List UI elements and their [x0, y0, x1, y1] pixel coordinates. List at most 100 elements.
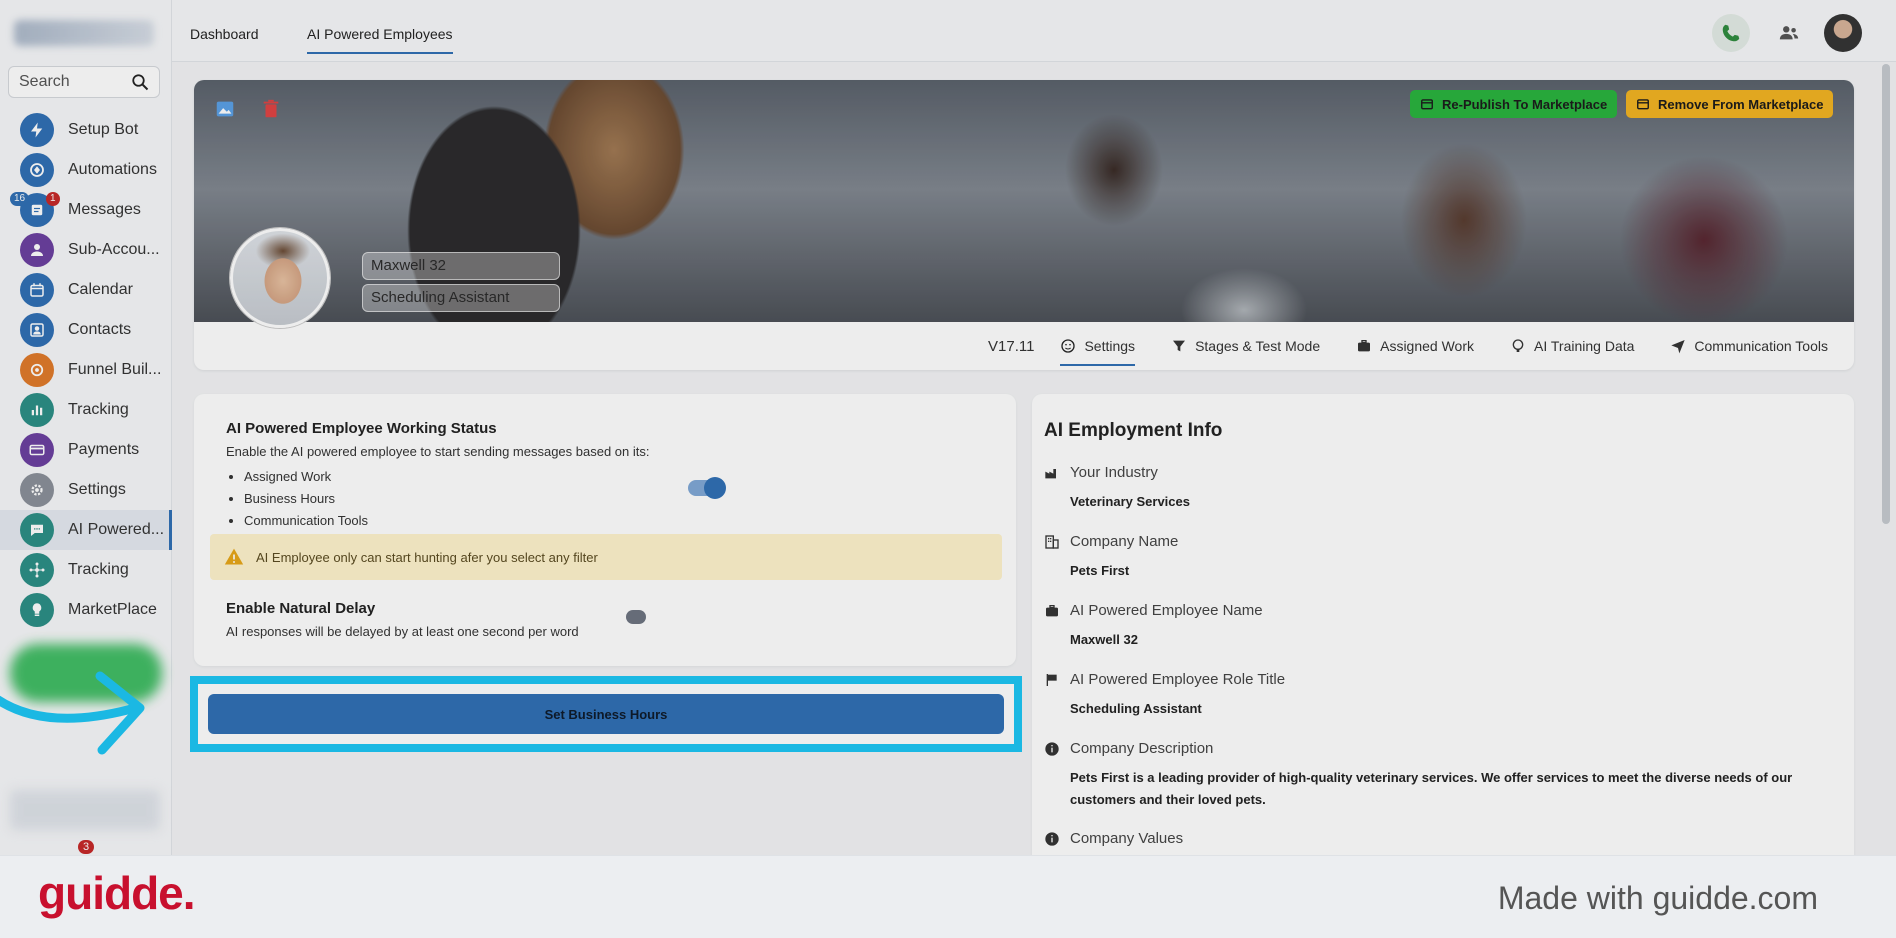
brain-icon	[1512, 339, 1524, 352]
automation-icon	[20, 153, 54, 187]
notification-badge: 3	[78, 840, 95, 854]
sidebar-item-tracking[interactable]: Tracking	[0, 390, 172, 430]
employee-role-field[interactable]: Scheduling Assistant	[362, 284, 560, 312]
sidebar-item-label: Funnel Buil...	[68, 361, 162, 378]
natural-delay-toggle[interactable]	[626, 610, 646, 624]
employee-banner: Re-Publish To Marketplace Remove From Ma…	[194, 80, 1854, 370]
search-icon	[132, 74, 149, 91]
warning-icon	[224, 548, 244, 565]
card-icon	[20, 433, 54, 467]
phone-icon[interactable]	[1712, 14, 1750, 52]
sidebar-item-label: Setup Bot	[68, 121, 139, 138]
sidebar-item-calendar[interactable]: Calendar	[0, 270, 172, 310]
tab-communication-tools[interactable]: Communication Tools	[1670, 322, 1828, 370]
calendar-icon	[20, 273, 54, 307]
info-value: Maxwell 32	[1070, 632, 1138, 647]
working-status-toggle[interactable]	[688, 477, 726, 499]
tab-dashboard[interactable]: Dashboard	[190, 26, 259, 42]
working-status-card: AI Powered Employee Working Status Enabl…	[194, 394, 1016, 666]
info-label: AI Powered Employee Name	[1044, 602, 1830, 619]
info-label: Company Description	[1044, 740, 1830, 757]
sidebar-item-marketplace[interactable]: MarketPlace	[0, 590, 172, 630]
list-item: Business Hours	[244, 488, 368, 510]
employee-name-field[interactable]: Maxwell 32	[362, 252, 560, 280]
info-label-text: Your Industry	[1070, 464, 1158, 481]
search-placeholder: Search	[19, 73, 70, 90]
employee-tabs: V17.11 Settings Stages & Test Mode Assig…	[194, 322, 1854, 370]
republish-marketplace-button[interactable]: Re-Publish To Marketplace	[1410, 90, 1618, 118]
list-item: Communication Tools	[244, 510, 368, 532]
list-item: Assigned Work	[244, 466, 368, 488]
sidebar-item-label: Contacts	[68, 321, 132, 338]
store-icon	[1421, 99, 1433, 110]
guidde-logo: guidde.	[38, 867, 196, 919]
remove-label: Remove From Marketplace	[1658, 96, 1824, 112]
info-label: Your Industry	[1044, 464, 1830, 481]
status-title: AI Powered Employee Working Status	[226, 420, 497, 437]
set-business-hours-button[interactable]: Set Business Hours	[208, 694, 1004, 734]
tab-label: AI Training Data	[1534, 338, 1635, 354]
info-row-employee-name: AI Powered Employee Name Maxwell 32	[1044, 602, 1830, 651]
sidebar-footer	[10, 790, 160, 830]
info-label: Company Values	[1044, 830, 1183, 847]
info-label: AI Powered Employee Role Title	[1044, 671, 1830, 688]
sidebar-item-automations[interactable]: Automations	[0, 150, 172, 190]
info-row-company-name: Company Name Pets First	[1044, 533, 1830, 582]
image-icon[interactable]	[214, 98, 236, 120]
sidebar-item-label: Tracking	[68, 401, 129, 418]
user-avatar[interactable]	[1824, 14, 1862, 52]
bulb-icon	[20, 593, 54, 627]
tab-settings[interactable]: Settings	[1060, 322, 1135, 370]
sidebar-item-funnel-builder[interactable]: Funnel Buil...	[0, 350, 172, 390]
contacts-icon	[20, 313, 54, 347]
factory-icon	[1045, 468, 1056, 478]
top-bar: Dashboard AI Powered Employees	[172, 0, 1896, 62]
employee-avatar[interactable]	[230, 228, 330, 328]
flag-icon	[1046, 673, 1057, 686]
tab-ai-training-data[interactable]: AI Training Data	[1510, 322, 1634, 370]
sidebar-item-label: AI Powered...	[68, 521, 165, 538]
building-icon	[1045, 534, 1059, 549]
tab-assigned-work[interactable]: Assigned Work	[1356, 322, 1474, 370]
info-label-text: Company Name	[1070, 533, 1179, 550]
sidebar-item-settings[interactable]: Settings	[0, 470, 172, 510]
sidebar-item-label: Tracking	[68, 561, 129, 578]
sidebar-nav: Setup Bot Automations 16 1 Messages Sub-…	[0, 110, 172, 630]
pointer-arrow-icon	[0, 671, 145, 755]
store-icon	[1637, 99, 1649, 110]
sidebar-item-label: Calendar	[68, 281, 133, 298]
sidebar-item-label: Payments	[68, 441, 140, 458]
business-hours-highlight: Set Business Hours	[190, 676, 1022, 752]
user-icon	[20, 233, 54, 267]
sidebar-item-tracking-2[interactable]: Tracking	[0, 550, 172, 590]
trash-icon[interactable]	[260, 98, 282, 120]
employment-info-title: AI Employment Info	[1044, 420, 1223, 441]
remove-marketplace-button[interactable]: Remove From Marketplace	[1626, 90, 1834, 118]
warning-text: AI Employee only can start hunting afer …	[256, 549, 598, 565]
page-scrollbar[interactable]	[1882, 64, 1890, 524]
sidebar-item-ai-powered[interactable]: AI Powered...	[0, 510, 172, 550]
sidebar-item-setup-bot[interactable]: Setup Bot	[0, 110, 172, 150]
tab-label: Settings	[1084, 338, 1136, 354]
send-icon	[1671, 340, 1686, 354]
tab-stages-test-mode[interactable]: Stages & Test Mode	[1171, 322, 1320, 370]
info-value: Pets First is a leading provider of high…	[1070, 770, 1793, 807]
made-with-text: Made with guidde.com	[1497, 880, 1818, 916]
briefcase-icon	[1358, 340, 1371, 352]
sidebar-item-messages[interactable]: 16 1 Messages	[0, 190, 172, 230]
filter-warning: AI Employee only can start hunting afer …	[210, 534, 1002, 580]
info-icon	[1045, 741, 1059, 756]
team-icon[interactable]	[1770, 14, 1808, 52]
status-description: Enable the AI powered employee to start …	[226, 444, 650, 459]
sidebar-item-contacts[interactable]: Contacts	[0, 310, 172, 350]
info-value: Veterinary Services	[1070, 494, 1190, 509]
info-label-text: Company Description	[1070, 740, 1214, 757]
tab-ai-powered-employees[interactable]: AI Powered Employees	[307, 26, 453, 54]
tab-label: Assigned Work	[1380, 338, 1475, 354]
sidebar-item-sub-accounts[interactable]: Sub-Accou...	[0, 230, 172, 270]
sidebar-item-payments[interactable]: Payments	[0, 430, 172, 470]
search-input[interactable]: Search	[8, 66, 160, 98]
sidebar-item-label: MarketPlace	[68, 601, 157, 618]
company-logo	[14, 20, 154, 46]
tab-label: Communication Tools	[1694, 338, 1828, 354]
